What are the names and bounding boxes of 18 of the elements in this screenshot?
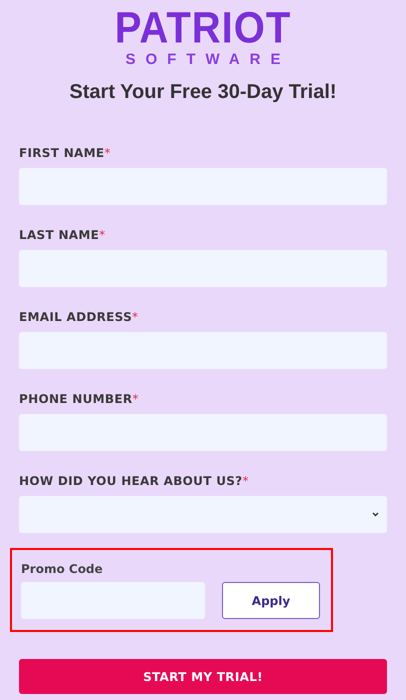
field-label: PHONE NUMBER* [19,392,140,406]
page-title: Start Your Free 30-Day Trial! [68,80,338,104]
chevron-down-icon [372,512,379,517]
promo-label: Promo Code [21,562,104,576]
field-label: HOW DID YOU HEAR ABOUT US?* [19,474,250,488]
logo-wordmark: PATRIOT [114,6,292,50]
apply-button[interactable]: Apply [222,582,320,619]
field-label: EMAIL ADDRESS* [19,310,140,324]
start-trial-button[interactable]: START MY TRIAL! [19,659,387,694]
promo-code-input[interactable] [21,582,205,619]
text-input[interactable] [19,332,387,369]
logo-subtitle: SOFTWARE [124,52,290,68]
select-field[interactable] [19,496,387,533]
field-label: LAST NAME* [19,228,106,242]
text-input[interactable] [19,414,387,451]
field-label: FIRST NAME* [19,146,112,160]
text-input[interactable] [19,168,387,205]
text-input[interactable] [19,250,387,287]
